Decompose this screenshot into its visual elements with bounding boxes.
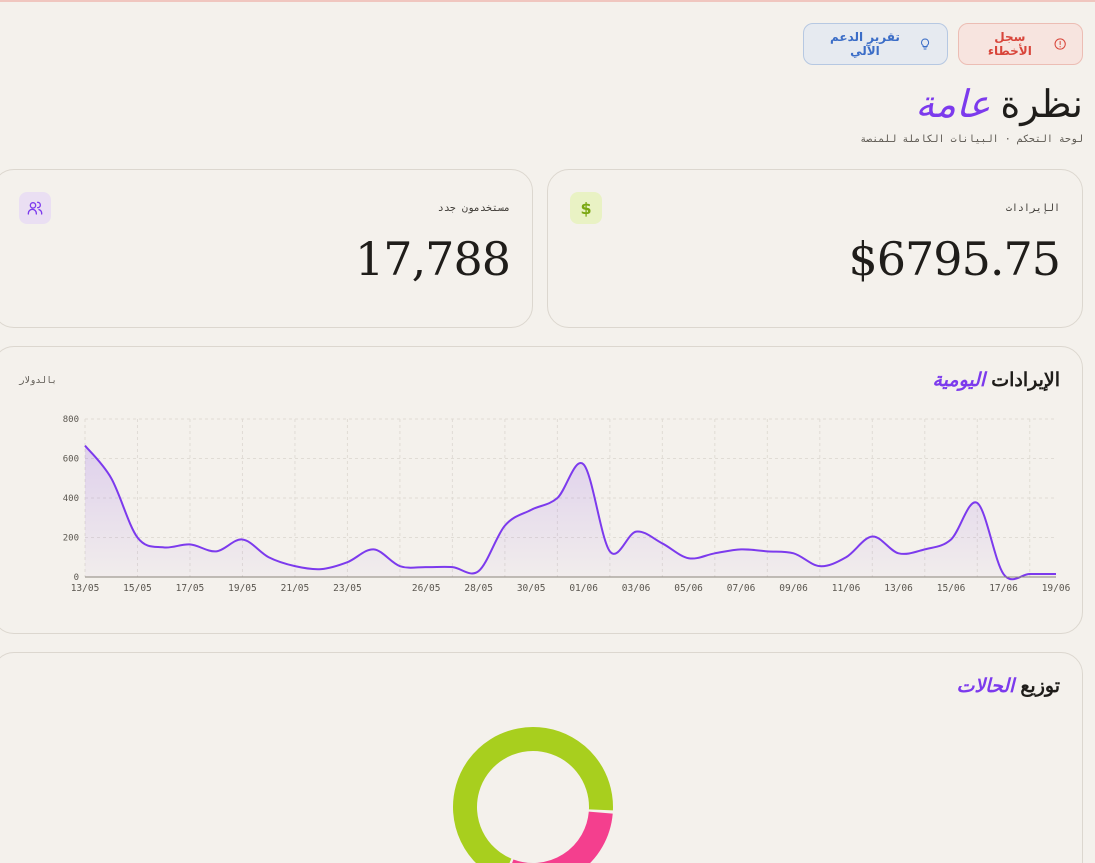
dollar-icon: $	[570, 192, 602, 224]
y-tick-label: 600	[63, 455, 79, 465]
header-actions: سجل الأخطاء تقرير الدعم الآلي	[803, 23, 1083, 65]
support-report-button[interactable]: تقرير الدعم الآلي	[803, 23, 948, 65]
revenue-stat-label: الإيرادات	[1005, 203, 1060, 214]
error-log-button[interactable]: سجل الأخطاء	[958, 23, 1083, 65]
dashboard-page: سجل الأخطاء تقرير الدعم الآلي نظرة عامة …	[0, 0, 1095, 863]
x-tick-label: 26/05	[412, 583, 441, 594]
new-users-stat-label: مستخدمون جدد	[437, 203, 510, 214]
status-distribution-title: توزيع الحالات	[956, 675, 1060, 697]
status-distribution-title-accent: الحالات	[956, 675, 1015, 697]
page-title-accent: عامة	[915, 82, 991, 126]
x-tick-label: 05/06	[674, 583, 703, 594]
x-tick-label: 03/06	[622, 583, 651, 594]
chart-unit-label: بالدولار	[19, 376, 57, 386]
x-tick-label: 17/05	[176, 583, 205, 594]
donut-slice-2	[511, 811, 613, 863]
new-users-stat-card: مستخدمون جدد 17,788	[0, 169, 533, 328]
x-tick-label: 01/06	[569, 583, 598, 594]
lightbulb-icon	[920, 38, 929, 50]
support-report-label: تقرير الدعم الآلي	[829, 30, 900, 58]
x-tick-label: 09/06	[779, 583, 808, 594]
page-title-plain: نظرة	[1000, 82, 1083, 126]
revenue-area-fill	[85, 445, 1056, 580]
x-tick-label: 11/06	[832, 583, 861, 594]
daily-revenue-title-accent: اليومية	[932, 369, 986, 391]
x-tick-label: 30/05	[517, 583, 546, 594]
x-tick-label: 17/06	[989, 583, 1018, 594]
y-tick-label: 400	[63, 494, 79, 504]
new-users-stat-value: 17,788	[355, 232, 511, 286]
x-tick-label: 21/05	[281, 583, 310, 594]
revenue-stat-card: الإيرادات $6795.75 $	[547, 169, 1083, 328]
error-log-label: سجل الأخطاء	[987, 30, 1032, 58]
x-tick-label: 23/05	[333, 583, 362, 594]
page-subtitle: لوحة التحكم · البيانات الكاملة للمنصة	[860, 134, 1083, 145]
daily-revenue-title: الإيرادات اليومية	[932, 369, 1060, 391]
daily-revenue-card: 0 200 400 600 800 13/05 15/05 17/05 19/05 21/05 23…	[0, 346, 1083, 634]
y-tick-label: 800	[63, 415, 79, 425]
daily-revenue-title-plain: الإيرادات	[991, 369, 1060, 391]
x-tick-label: 15/06	[937, 583, 966, 594]
y-tick-label: 200	[63, 534, 79, 544]
users-icon	[19, 192, 51, 224]
x-tick-label: 28/05	[464, 583, 493, 594]
x-tick-label: 07/06	[727, 583, 756, 594]
status-distribution-title-plain: توزيع	[1020, 675, 1060, 697]
daily-revenue-chart: 0 200 400 600 800 13/05 15/05 17/05 19/05 21/05 23…	[63, 415, 1071, 594]
page-title: نظرة عامة	[915, 82, 1083, 126]
x-tick-label: 19/06	[1042, 583, 1071, 594]
x-tick-label: 13/06	[884, 583, 913, 594]
top-accent-line	[0, 0, 1095, 2]
status-distribution-card: توزيع الحالات	[0, 652, 1083, 863]
x-tick-label: 15/05	[123, 583, 152, 594]
x-tick-label: 13/05	[71, 583, 100, 594]
revenue-stat-value: $6795.75	[848, 232, 1061, 286]
y-tick-label: 0	[74, 573, 79, 583]
alert-circle-icon	[1054, 38, 1066, 50]
x-tick-label: 19/05	[228, 583, 257, 594]
status-donut-chart	[453, 727, 613, 863]
